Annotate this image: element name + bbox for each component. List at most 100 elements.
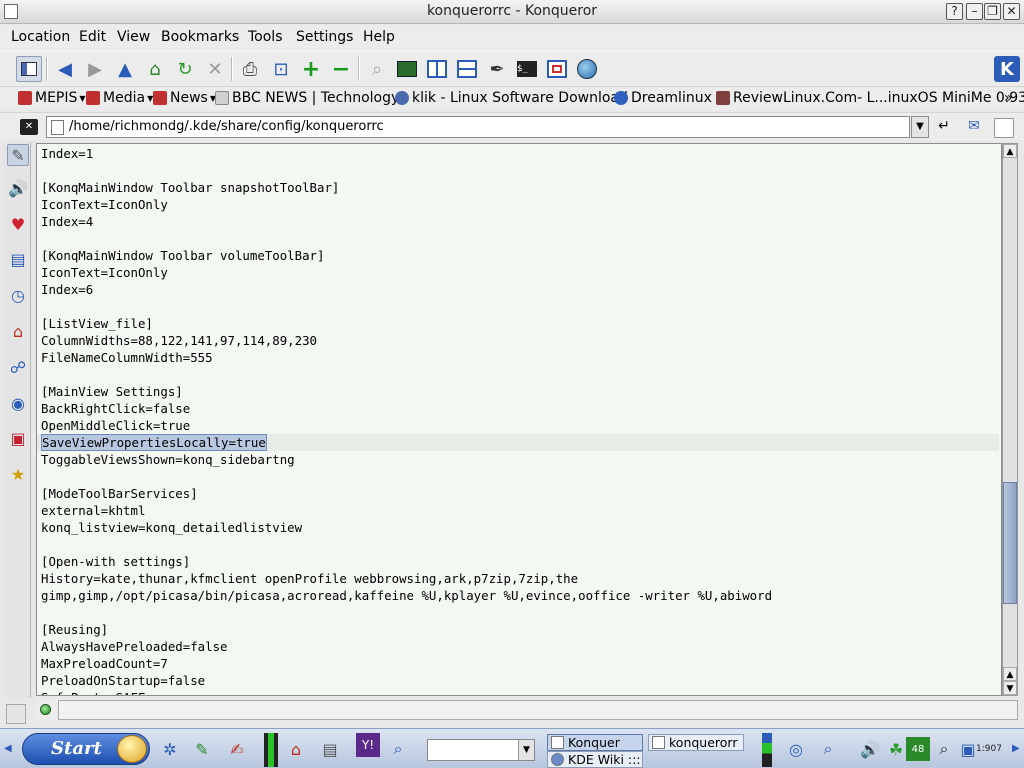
menu-view[interactable]: View — [117, 29, 150, 45]
weather-icon[interactable]: ☘ — [884, 737, 908, 761]
text-line: ToggableViewsShown=konq_sidebartng — [41, 452, 295, 467]
scroll-down-button[interactable]: ▼ — [1003, 681, 1017, 695]
title-bar[interactable]: konquerorrc - Konqueror ? – ❐ ✕ — [0, 0, 1024, 24]
sidebar-services-icon[interactable]: ▣ — [7, 427, 29, 449]
reload-icon[interactable]: ↻ — [172, 56, 198, 82]
bookmark-dreamlinux[interactable]: Dreamlinux — [614, 90, 712, 106]
taskbar-right-arrow-icon[interactable]: ▶ — [1012, 743, 1020, 754]
sidebar-media-player-icon[interactable]: 🔊 — [7, 177, 29, 199]
notes-icon[interactable]: ▤ — [318, 737, 342, 761]
sidebar-folder-icon[interactable]: ▤ — [7, 248, 29, 270]
window-title: konquerorrc - Konqueror — [426, 3, 598, 19]
network-globe-icon[interactable]: ◎ — [784, 737, 808, 761]
sidebar-toggle-icon[interactable] — [16, 56, 42, 82]
globe-icon — [395, 91, 409, 105]
sidebar-pen-icon[interactable]: ✒ — [484, 56, 510, 82]
tray-search-icon[interactable]: ⌕ — [932, 737, 956, 761]
stop-icon[interactable]: ✕ — [202, 56, 228, 82]
task-konquerorrc[interactable]: konquerorr — [648, 734, 744, 751]
menu-bookmarks[interactable]: Bookmarks — [161, 29, 239, 45]
scroll-up-button[interactable]: ▲ — [1003, 144, 1017, 158]
battery-indicator-icon: 48 — [906, 737, 930, 761]
location-dropdown-button[interactable]: ▼ — [911, 116, 929, 138]
text-editor-view[interactable]: Index=1 [KonqMainWindow Toolbar snapshotT… — [36, 143, 1002, 696]
sidebar-history-icon[interactable]: ◷ — [7, 284, 29, 306]
status-bar — [36, 699, 1018, 721]
sidebar-favorites-icon[interactable]: ★ — [7, 463, 29, 485]
menu-edit[interactable]: Edit — [79, 29, 106, 45]
start-button[interactable]: Start — [22, 733, 150, 765]
kde-gear-icon[interactable]: ✲ — [158, 737, 182, 761]
menu-help[interactable]: Help — [363, 29, 395, 45]
zoom-out-icon[interactable]: − — [328, 56, 354, 82]
location-url: /home/richmondg/.kde/share/config/konque… — [69, 119, 384, 134]
clear-location-icon[interactable]: ✕ — [20, 119, 38, 135]
webexplorer-icon[interactable] — [574, 56, 600, 82]
clock[interactable]: 1:907 — [976, 744, 1002, 754]
split-view-horizontal-icon[interactable] — [454, 56, 480, 82]
sidebar-config-button[interactable] — [6, 704, 26, 724]
print-icon[interactable]: ⎙ — [237, 56, 263, 82]
zoom-in-icon[interactable]: + — [298, 56, 324, 82]
close-button[interactable]: ✕ — [1003, 3, 1020, 20]
scroll-up-button-bottom[interactable]: ▲ — [1003, 667, 1017, 681]
find-icon[interactable]: ⌕ — [364, 56, 390, 82]
menu-tools[interactable]: Tools — [248, 29, 283, 45]
print-preview-icon[interactable]: ⊡ — [268, 56, 294, 82]
bookmarks-toolbar: MEPIS ▼ Media ▼ News ▼ BBC NEWS | Technolog… — [0, 86, 1024, 110]
main-toolbar: ◀ ▶ ▲ ⌂ ↻ ✕ ⎙ ⊡ + − ⌕ ✒ $_ K — [0, 50, 1024, 86]
task-kde-wiki[interactable]: KDE Wiki ::: — [547, 751, 643, 768]
help-button[interactable]: ? — [946, 3, 963, 20]
task-konqueror[interactable]: Konquer — [547, 734, 643, 751]
document-icon — [51, 120, 64, 135]
konqueror-icon — [551, 736, 564, 749]
bookmark-news[interactable]: News ▼ — [153, 90, 216, 106]
scrollbar-thumb[interactable] — [1003, 482, 1017, 604]
split-view-vertical-icon[interactable] — [424, 56, 450, 82]
editor-icon[interactable]: ✎ — [190, 737, 214, 761]
taskbar-search-input[interactable]: ▼ — [427, 739, 535, 761]
forward-arrow-icon[interactable]: ▶ — [82, 56, 108, 82]
drawing-icon[interactable]: ✍ — [225, 737, 249, 761]
sidebar-home-icon[interactable]: ⌂ — [7, 320, 29, 342]
folder-icon — [18, 91, 32, 105]
bookmark-mepis[interactable]: MEPIS ▼ — [18, 90, 86, 106]
sidebar-web-icon[interactable]: ◉ — [7, 392, 29, 414]
up-arrow-icon[interactable]: ▲ — [112, 56, 138, 82]
chevron-down-icon[interactable]: ▼ — [518, 740, 534, 760]
bookmark-klik[interactable]: klik - Linux Software Download — [395, 90, 628, 106]
blank-page-icon[interactable] — [994, 118, 1014, 138]
sidebar-tools-icon[interactable]: ✎ — [7, 144, 29, 166]
menu-location[interactable]: Location — [11, 29, 70, 45]
bookmark-bbc[interactable]: BBC NEWS | Technology — [215, 90, 399, 106]
minimize-button[interactable]: – — [966, 3, 983, 20]
bookmarks-more-button[interactable]: » — [1004, 90, 1013, 106]
maximize-button[interactable]: ❐ — [984, 3, 1001, 20]
back-arrow-icon[interactable]: ◀ — [52, 56, 78, 82]
sidebar-network-icon[interactable]: ☍ — [7, 356, 29, 378]
text-line: [KonqMainWindow Toolbar snapshotToolBar] — [41, 180, 340, 195]
vertical-scrollbar[interactable]: ▲ ▲ ▼ — [1002, 143, 1018, 696]
page-icon — [716, 91, 730, 105]
go-enter-icon[interactable]: ↵ — [934, 118, 954, 138]
terminal-emulator-icon[interactable] — [394, 56, 420, 82]
yahoo-icon[interactable]: Y! — [356, 733, 380, 757]
console-icon[interactable]: $_ — [514, 56, 540, 82]
fullscreen-icon[interactable] — [544, 56, 570, 82]
home-icon[interactable]: ⌂ — [142, 56, 168, 82]
location-input[interactable]: /home/richmondg/.kde/share/config/konque… — [46, 116, 910, 138]
taskbar-left-arrow-icon[interactable]: ◀ — [4, 743, 12, 754]
kde-logo-icon[interactable]: K — [994, 56, 1020, 82]
text-line: [MainView Settings] — [41, 384, 183, 399]
volume-icon[interactable]: 🔊 — [858, 737, 882, 761]
magnifier-icon[interactable]: ⌕ — [816, 737, 840, 761]
sidebar-bookmarks-icon[interactable]: ♥ — [7, 213, 29, 235]
text-line — [41, 298, 999, 315]
text-line: History=kate,thunar,kfmclient openProfil… — [41, 571, 579, 586]
menu-settings[interactable]: Settings — [296, 29, 353, 45]
bookmark-reviewlinux[interactable]: ReviewLinux.Com- L...inuxOS MiniMe 0.93 — [716, 90, 1024, 106]
search-icon[interactable]: ⌕ — [386, 737, 410, 761]
bookmark-media[interactable]: Media ▼ — [86, 90, 153, 106]
mail-icon[interactable]: ✉ — [964, 118, 984, 138]
home-folder-icon[interactable]: ⌂ — [284, 737, 308, 761]
